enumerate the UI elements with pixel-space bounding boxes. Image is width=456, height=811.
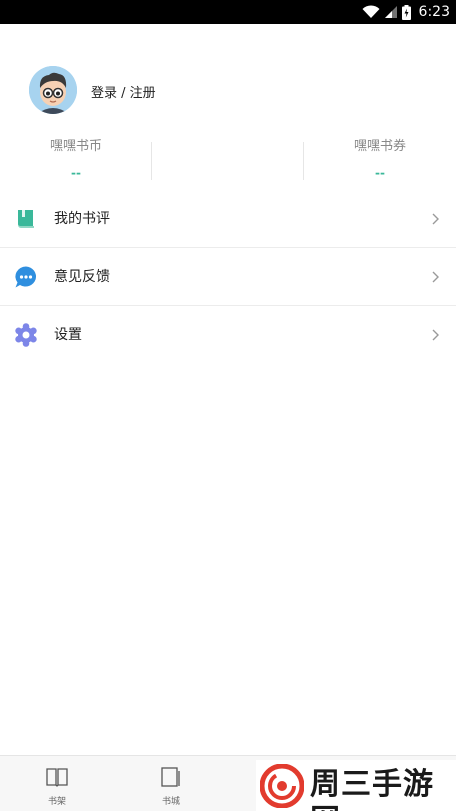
stat-value: --	[71, 166, 81, 180]
tab-label: 书城	[161, 797, 180, 807]
avatar-illustration-icon	[29, 66, 77, 114]
menu-item-label: 设置	[54, 327, 82, 343]
menu-item-settings[interactable]: 设置	[0, 306, 456, 364]
signal-icon	[384, 6, 397, 18]
status-bar: 6:23	[0, 0, 456, 24]
avatar[interactable]	[29, 66, 77, 114]
tab-bookstore[interactable]: 书城	[114, 756, 228, 811]
bookshelf-icon	[46, 768, 68, 787]
chevron-right-icon	[432, 271, 439, 283]
stat-vouchers[interactable]: 嘿嘿书券 --	[304, 130, 456, 181]
watermark: 周三手游网	[256, 760, 456, 811]
chat-bubble-icon	[15, 266, 37, 288]
chevron-right-icon	[432, 329, 439, 341]
wifi-icon	[362, 5, 380, 18]
menu-item-label: 意见反馈	[54, 269, 110, 285]
stat-label: 嘿嘿书币	[49, 139, 102, 154]
menu-list: 我的书评 意见反馈 设置	[0, 190, 456, 364]
gear-icon	[15, 323, 37, 347]
menu-item-label: 我的书评	[54, 211, 110, 227]
stat-coins[interactable]: 嘿嘿书币 --	[0, 130, 152, 181]
stats-row: 嘿嘿书币 -- 嘿嘿书券 --	[0, 130, 456, 184]
stat-label: 嘿嘿书券	[353, 139, 406, 154]
divider	[151, 142, 152, 180]
clock: 6:23	[418, 4, 450, 20]
status-icons: 6:23	[362, 3, 450, 21]
swirl-logo-icon	[260, 764, 304, 808]
book-icon	[18, 210, 34, 228]
battery-icon	[401, 4, 411, 20]
tab-label: 书架	[47, 797, 66, 807]
menu-item-my-reviews[interactable]: 我的书评	[0, 190, 456, 248]
menu-item-feedback[interactable]: 意见反馈	[0, 248, 456, 306]
bookstore-icon	[161, 767, 180, 787]
tab-bookshelf[interactable]: 书架	[0, 756, 114, 811]
chevron-right-icon	[432, 213, 439, 225]
watermark-text: 周三手游网	[310, 767, 434, 811]
login-register-link[interactable]: 登录 / 注册	[91, 82, 156, 101]
profile-header[interactable]: 登录 / 注册	[0, 60, 456, 124]
stat-value: --	[375, 166, 385, 180]
